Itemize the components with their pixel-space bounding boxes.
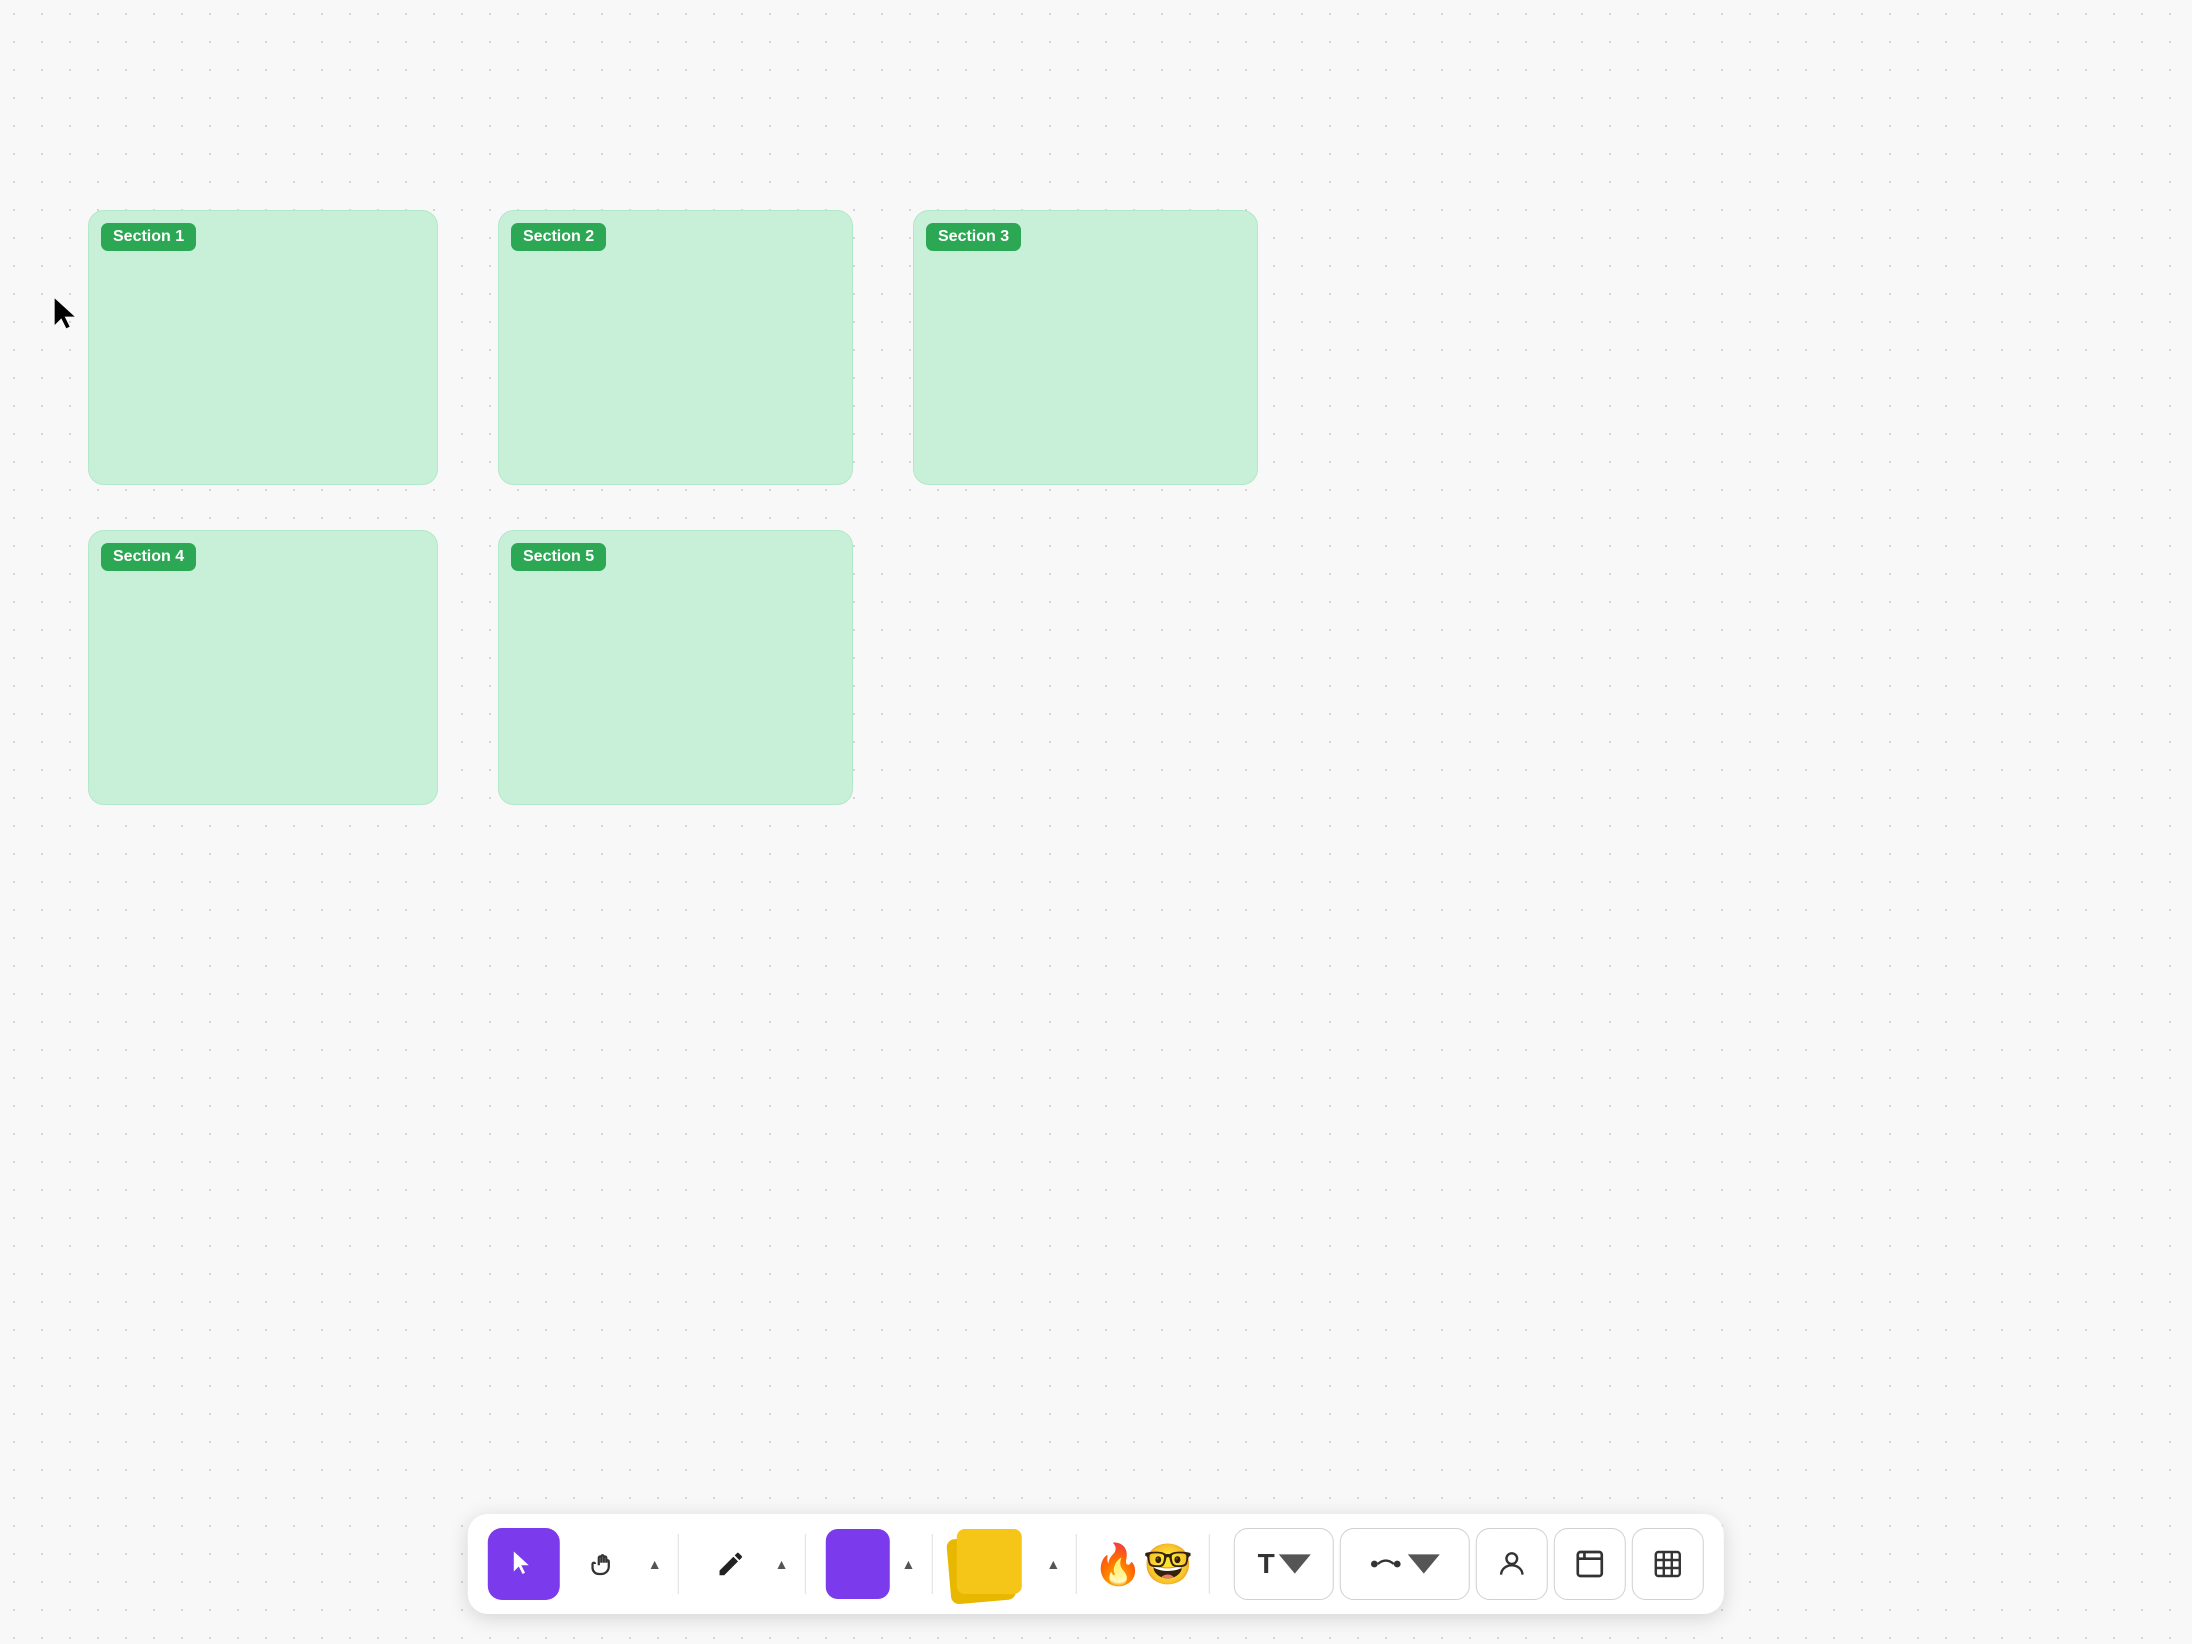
divider-3 — [931, 1534, 932, 1594]
select-group-chevron[interactable]: ▲ — [648, 1556, 662, 1572]
section-1-label: Section 1 — [101, 223, 196, 251]
right-tools: T — [1234, 1528, 1704, 1600]
shape-color-block — [826, 1529, 890, 1599]
sticky-notes-group-chevron[interactable]: ▲ — [1046, 1556, 1060, 1572]
table-tool-button[interactable] — [1632, 1528, 1704, 1600]
sticky-notes-tool-button[interactable] — [948, 1528, 1038, 1600]
shape-tool-button[interactable] — [822, 1528, 894, 1600]
section-4-label: Section 4 — [101, 543, 196, 571]
divider-2 — [805, 1534, 806, 1594]
pen-group-chevron[interactable]: ▲ — [775, 1556, 789, 1572]
section-card-5[interactable]: Section 5 — [498, 530, 853, 805]
section-5-label: Section 5 — [511, 543, 606, 571]
section-card-3[interactable]: Section 3 — [913, 210, 1258, 485]
canvas: Section 1 Section 2 Section 3 Section 4 … — [0, 0, 2192, 1644]
sticky-notes-icon — [948, 1529, 1038, 1599]
emoji-icon: 🔥🤓 — [1093, 1541, 1193, 1588]
section-2-label: Section 2 — [511, 223, 606, 251]
divider-4 — [1076, 1534, 1077, 1594]
shape-group-chevron[interactable]: ▲ — [902, 1556, 916, 1572]
emoji-tool-button[interactable]: 🔥🤓 — [1093, 1528, 1193, 1600]
select-tool-button[interactable] — [488, 1528, 560, 1600]
section-card-2[interactable]: Section 2 — [498, 210, 853, 485]
text-tool-icon: T — [1258, 1548, 1275, 1580]
divider-5 — [1209, 1534, 1210, 1594]
person-tool-button[interactable] — [1476, 1528, 1548, 1600]
text-tool-button[interactable]: T — [1234, 1528, 1334, 1600]
connector-tool-button[interactable] — [1340, 1528, 1470, 1600]
section-3-label: Section 3 — [926, 223, 1021, 251]
sections-row1: Section 1 Section 2 Section 3 — [88, 210, 1258, 485]
bottom-toolbar: ▲ ▲ ▲ ▲ 🔥🤓 — [468, 1514, 1724, 1614]
frame-tool-button[interactable] — [1554, 1528, 1626, 1600]
section-card-1[interactable]: Section 1 — [88, 210, 438, 485]
divider-1 — [678, 1534, 679, 1594]
hand-tool-button[interactable] — [568, 1528, 640, 1600]
pen-tool-button[interactable] — [695, 1528, 767, 1600]
section-card-4[interactable]: Section 4 — [88, 530, 438, 805]
sections-row2: Section 4 Section 5 — [88, 530, 853, 805]
